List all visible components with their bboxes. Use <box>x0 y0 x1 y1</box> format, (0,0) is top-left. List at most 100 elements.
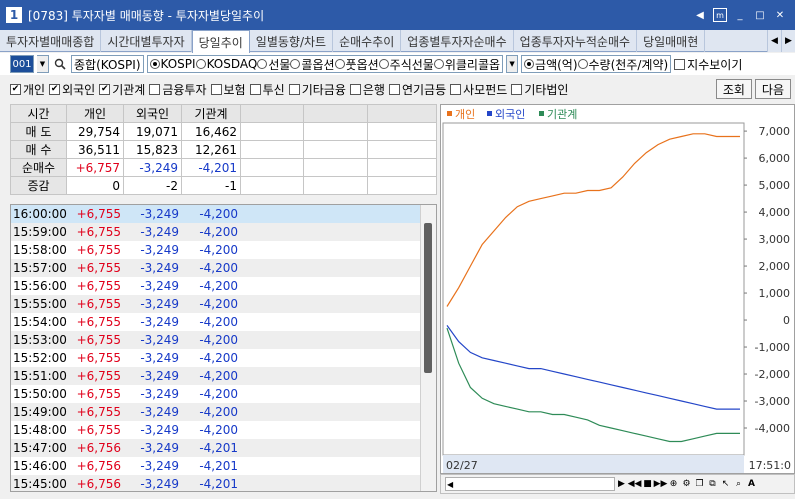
market-radio-4[interactable]: 풋옵션 <box>334 56 379 73</box>
filter-checkbox-3[interactable]: 금융투자 <box>149 81 207 98</box>
filter-checkbox-6[interactable]: 기타금융 <box>288 81 346 98</box>
code-dropdown-icon[interactable]: ▼ <box>37 55 49 73</box>
filter-checkbox-4[interactable]: 보험 <box>210 81 246 98</box>
filter-checkbox-9[interactable]: 사모펀드 <box>450 81 507 98</box>
unit-radio-0[interactable]: 금액(억) <box>524 56 578 73</box>
market-radio-6[interactable]: 위클리콜옵 <box>433 56 500 73</box>
code-input[interactable]: 001 <box>10 55 34 73</box>
scroll-left-icon[interactable]: ◀ <box>446 480 453 489</box>
filter-checkbox-8[interactable]: 연기금등 <box>388 81 446 98</box>
market-radio-0[interactable]: KOSPI <box>149 57 196 71</box>
window-icon[interactable]: ⧉ <box>706 477 719 491</box>
next-button[interactable]: 다음 <box>754 79 791 99</box>
rewind-icon[interactable]: ◀◀ <box>628 477 642 491</box>
cell-inst: -4,200 <box>199 369 238 383</box>
index-view-checkbox[interactable]: 지수보이기 <box>674 56 742 73</box>
stop-icon[interactable]: ■ <box>641 477 654 491</box>
filter-checkbox-5[interactable]: 투신 <box>249 81 285 98</box>
x-label-left: 02/27 <box>446 459 478 472</box>
timeline-list[interactable]: 16:00:00 +6,755 -3,249 -4,200 15:59:00 +6,755… <box>10 204 437 492</box>
cell-ind: +6,755 <box>76 387 121 401</box>
market-radio-5[interactable]: 주식선물 <box>378 56 434 73</box>
cell-time: 15:58:00 <box>13 243 67 257</box>
maximize-icon[interactable]: □ <box>753 8 767 22</box>
tab-4[interactable]: 순매수추이 <box>333 30 402 52</box>
search-icon[interactable] <box>52 55 68 73</box>
chart-scrollbar[interactable]: ◀ <box>445 477 615 491</box>
table-row[interactable]: 15:56:00 +6,755 -3,249 -4,200 <box>11 277 436 295</box>
magnify-icon[interactable]: ⌕ <box>732 477 745 491</box>
table-row[interactable]: 15:53:00 +6,755 -3,249 -4,200 <box>11 331 436 349</box>
legend-swatch <box>447 111 452 116</box>
unit-radio-1[interactable]: 수량(천주/계약) <box>577 56 668 73</box>
table-row[interactable]: 15:58:00 +6,755 -3,249 -4,200 <box>11 241 436 259</box>
cell-time: 15:46:00 <box>13 459 67 473</box>
tab-6[interactable]: 업종투자자누적순매수 <box>514 30 638 52</box>
tab-0[interactable]: 투자자별매매종합 <box>0 30 102 52</box>
table-row[interactable]: 15:54:00 +6,755 -3,249 -4,200 <box>11 313 436 331</box>
cell-ind: +6,755 <box>76 279 121 293</box>
market-radio-1[interactable]: KOSDAQ <box>195 57 257 71</box>
tab-5[interactable]: 업종별투자자순매수 <box>401 30 514 52</box>
tab-2[interactable]: 당일추이 <box>191 30 250 53</box>
summary-header-individual: 개인 <box>66 104 124 123</box>
table-row[interactable]: 15:59:00 +6,755 -3,249 -4,200 <box>11 223 436 241</box>
tab-7[interactable]: 당일매매현 <box>637 30 706 52</box>
zoom-in-icon[interactable]: ⊕ <box>667 477 680 491</box>
market-radio-2[interactable]: 선물 <box>257 56 290 73</box>
settings-icon[interactable]: ⚙ <box>680 477 693 491</box>
play-icon[interactable]: ▶ <box>615 477 628 491</box>
table-row[interactable]: 15:55:00 +6,755 -3,249 -4,200 <box>11 295 436 313</box>
forward-icon[interactable]: ▶▶ <box>654 477 668 491</box>
filter-checkbox-7[interactable]: 은행 <box>349 81 385 98</box>
cursor-icon[interactable]: ↖ <box>719 477 732 491</box>
chart-control-bar: ◀ ▶ ◀◀ ■ ▶▶ ⊕ ⚙ ❐ ⧉ ↖ ⌕ A <box>440 474 795 494</box>
tab-1[interactable]: 시간대별투자자 <box>101 30 192 52</box>
filter-checkbox-0[interactable]: ✔ 개인 <box>10 81 45 98</box>
cell-time: 15:55:00 <box>13 297 67 311</box>
cell-for: -3,249 <box>140 225 179 239</box>
market-dropdown-icon[interactable]: ▼ <box>506 55 519 73</box>
scrollbar-thumb[interactable] <box>424 223 432 373</box>
copy-icon[interactable]: ❐ <box>693 477 706 491</box>
cell-for: -3,249 <box>140 333 179 347</box>
y-tick-label: 7,000 <box>759 125 791 138</box>
filter-checkbox-1[interactable]: ✔ 외국인 <box>49 81 95 98</box>
summary-row-net: 순매수 +6,757 -3,249 -4,201 <box>10 158 437 177</box>
table-row[interactable]: 16:00:00 +6,755 -3,249 -4,200 <box>11 205 436 223</box>
query-button[interactable]: 조회 <box>715 79 752 99</box>
cell-ind: +6,756 <box>76 477 121 491</box>
trend-chart-svg: 7,000 6,000 5,000 4,000 3,000 2,000 1,000 0 -1,0… <box>442 108 791 473</box>
table-row[interactable]: 15:46:00 +6,756 -3,249 -4,201 <box>11 457 436 475</box>
cell-ind: +6,755 <box>76 423 121 437</box>
timeline-scrollbar[interactable] <box>420 205 436 491</box>
table-row[interactable]: 15:51:00 +6,755 -3,249 -4,200 <box>11 367 436 385</box>
tab-3[interactable]: 일별동향/차트 <box>250 30 334 52</box>
summary-row-buy: 매 수 36,511 15,823 12,261 <box>10 140 437 159</box>
market-radio-3[interactable]: 콜옵션 <box>290 56 335 73</box>
memo-icon[interactable]: m <box>713 8 727 22</box>
tab-scroll-left-icon[interactable]: ◀ <box>767 30 781 52</box>
table-row[interactable]: 15:48:00 +6,755 -3,249 -4,200 <box>11 421 436 439</box>
cell-for: -3,249 <box>140 351 179 365</box>
table-row[interactable]: 15:57:00 +6,755 -3,249 -4,200 <box>11 259 436 277</box>
cell-time: 15:48:00 <box>13 423 67 437</box>
cell-inst: -4,200 <box>199 225 238 239</box>
y-tick-label: -4,000 <box>755 422 790 435</box>
left-arrow-icon[interactable]: ◀ <box>693 8 707 22</box>
filter-checkbox-10[interactable]: 기타법인 <box>511 81 568 98</box>
filter-checkbox-2[interactable]: ✔ 기관계 <box>99 81 145 98</box>
table-row[interactable]: 15:45:00 +6,756 -3,249 -4,201 <box>11 475 436 491</box>
table-row[interactable]: 15:52:00 +6,755 -3,249 -4,200 <box>11 349 436 367</box>
table-row[interactable]: 15:49:00 +6,755 -3,249 -4,200 <box>11 403 436 421</box>
minimize-icon[interactable]: _ <box>733 8 747 22</box>
tab-scroll-right-icon[interactable]: ▶ <box>781 30 795 52</box>
y-tick-label: 6,000 <box>759 152 791 165</box>
cell-time: 15:47:00 <box>13 441 67 455</box>
cell-time: 15:56:00 <box>13 279 67 293</box>
cell-inst: -4,201 <box>199 477 238 491</box>
close-icon[interactable]: ✕ <box>773 8 787 22</box>
table-row[interactable]: 15:50:00 +6,755 -3,249 -4,200 <box>11 385 436 403</box>
table-row[interactable]: 15:47:00 +6,756 -3,249 -4,201 <box>11 439 436 457</box>
font-icon[interactable]: A <box>745 477 758 491</box>
